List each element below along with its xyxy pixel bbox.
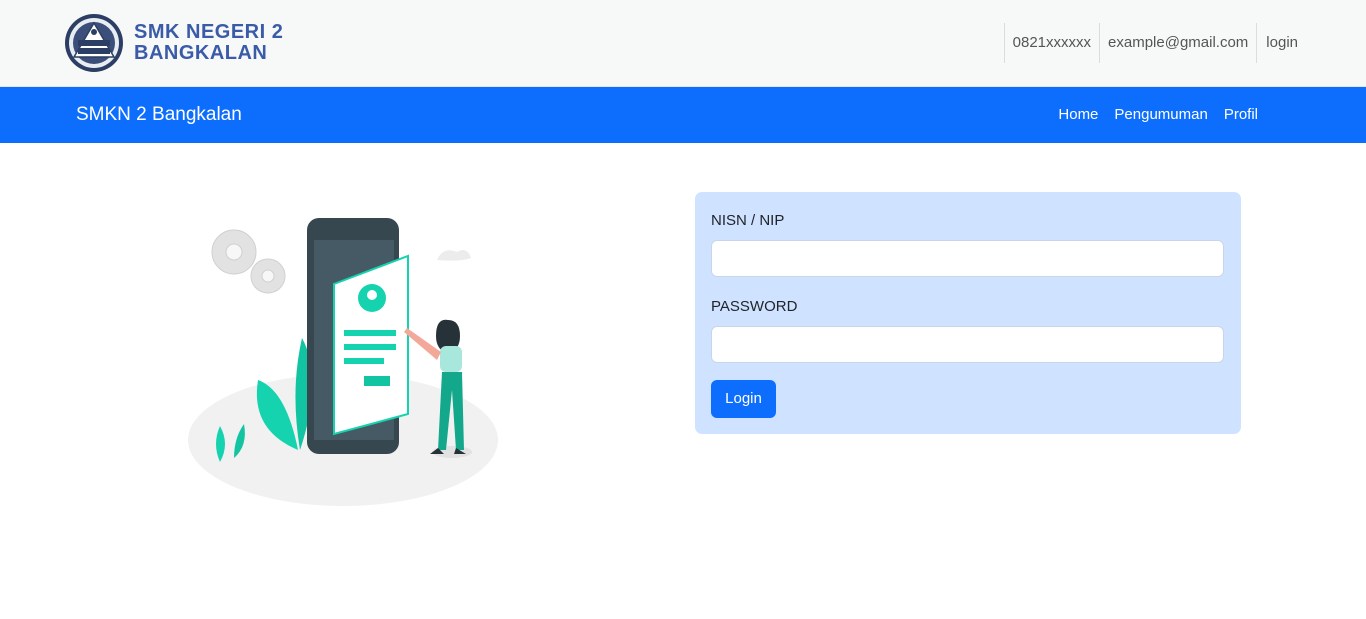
nav-link-profil[interactable]: Profil <box>1224 106 1258 123</box>
login-link[interactable]: login <box>1256 23 1306 63</box>
navbar-brand[interactable]: SMKN 2 Bangkalan <box>76 104 242 126</box>
password-label: PASSWORD <box>711 298 798 315</box>
top-header: SMK NEGERI 2 BANGKALAN 0821xxxxxx exampl… <box>0 0 1366 87</box>
username-label: NISN / NIP <box>711 212 785 229</box>
username-input[interactable] <box>711 240 1224 277</box>
school-name-line1: SMK NEGERI 2 <box>134 21 284 43</box>
main-navbar: SMKN 2 Bangkalan Home Pengumuman Profil <box>0 87 1366 143</box>
school-brand[interactable]: SMK NEGERI 2 BANGKALAN <box>64 12 283 74</box>
login-button[interactable]: Login <box>711 380 776 418</box>
login-card: NISN / NIP PASSWORD Login <box>695 192 1241 434</box>
password-input[interactable] <box>711 326 1224 363</box>
nav-link-home[interactable]: Home <box>1058 106 1098 123</box>
phone-number[interactable]: 0821xxxxxx <box>1003 23 1099 63</box>
email-address[interactable]: example@gmail.com <box>1099 23 1256 63</box>
contact-links: 0821xxxxxx example@gmail.com login <box>1003 23 1306 63</box>
school-emblem-icon <box>65 14 123 72</box>
nav-link-pengumuman[interactable]: Pengumuman <box>1114 106 1207 123</box>
school-name: SMK NEGERI 2 BANGKALAN <box>134 22 283 64</box>
school-name-line2: BANGKALAN <box>134 42 268 64</box>
mobile-login-illustration <box>188 218 498 506</box>
nav-links: Home Pengumuman Profil <box>1042 106 1258 123</box>
